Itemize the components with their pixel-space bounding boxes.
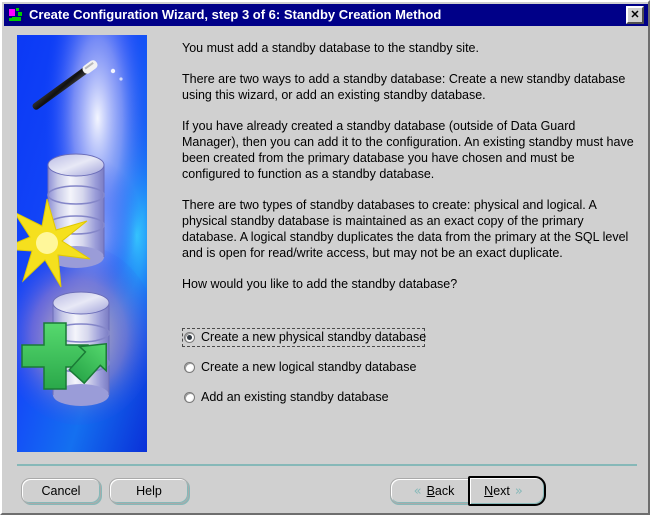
- client-area: You must add a standby database to the s…: [4, 26, 648, 511]
- back-rest: ack: [434, 484, 455, 498]
- radio-indicator: [184, 362, 195, 373]
- title-bar: Create Configuration Wizard, step 3 of 6…: [4, 4, 648, 26]
- paragraph-2: There are two ways to add a standby data…: [182, 72, 626, 102]
- back-button-label: Back: [427, 484, 455, 498]
- window-title: Create Configuration Wizard, step 3 of 6…: [29, 7, 442, 22]
- wizard-window: Create Configuration Wizard, step 3 of 6…: [0, 0, 650, 515]
- back-mnemonic: B: [426, 484, 435, 498]
- back-button[interactable]: « Back: [390, 478, 468, 504]
- next-mnemonic: N: [484, 484, 494, 498]
- close-icon[interactable]: ✕: [626, 6, 644, 24]
- cancel-button[interactable]: Cancel: [21, 478, 101, 504]
- radio-label: Create a new physical standby database: [201, 330, 427, 344]
- help-button[interactable]: Help: [109, 478, 189, 504]
- footer-divider: [17, 464, 637, 466]
- next-button[interactable]: Next »: [468, 476, 546, 506]
- instruction-text: You must add a standby database to the s…: [182, 40, 634, 292]
- radio-label: Create a new logical standby database: [201, 360, 417, 374]
- radio-indicator: [184, 392, 195, 403]
- wizard-app-icon: [8, 7, 24, 23]
- chevron-left-icon: «: [413, 483, 422, 499]
- standby-creation-method-radio-group: Create a new physical standby database C…: [182, 328, 482, 418]
- question-prompt: How would you like to add the standby da…: [182, 277, 458, 291]
- paragraph-4: There are two types of standby databases…: [182, 198, 629, 260]
- radio-add-existing-standby[interactable]: Add an existing standby database: [182, 388, 482, 407]
- cancel-button-label: Cancel: [41, 484, 81, 498]
- paragraph-1: You must add a standby database to the s…: [182, 41, 479, 55]
- paragraph-3: If you have already created a standby da…: [182, 119, 634, 181]
- wizard-illustration: [17, 35, 147, 452]
- next-button-label: Next: [484, 484, 510, 498]
- help-button-label: Help: [136, 484, 162, 498]
- next-rest: ext: [493, 484, 510, 498]
- radio-create-logical-standby[interactable]: Create a new logical standby database: [182, 358, 482, 377]
- radio-indicator: [184, 332, 195, 343]
- radio-label: Add an existing standby database: [201, 390, 389, 404]
- chevron-right-icon: »: [514, 483, 523, 499]
- button-bar: Cancel Help « Back Next »: [4, 472, 648, 511]
- radio-create-physical-standby[interactable]: Create a new physical standby database: [182, 328, 427, 347]
